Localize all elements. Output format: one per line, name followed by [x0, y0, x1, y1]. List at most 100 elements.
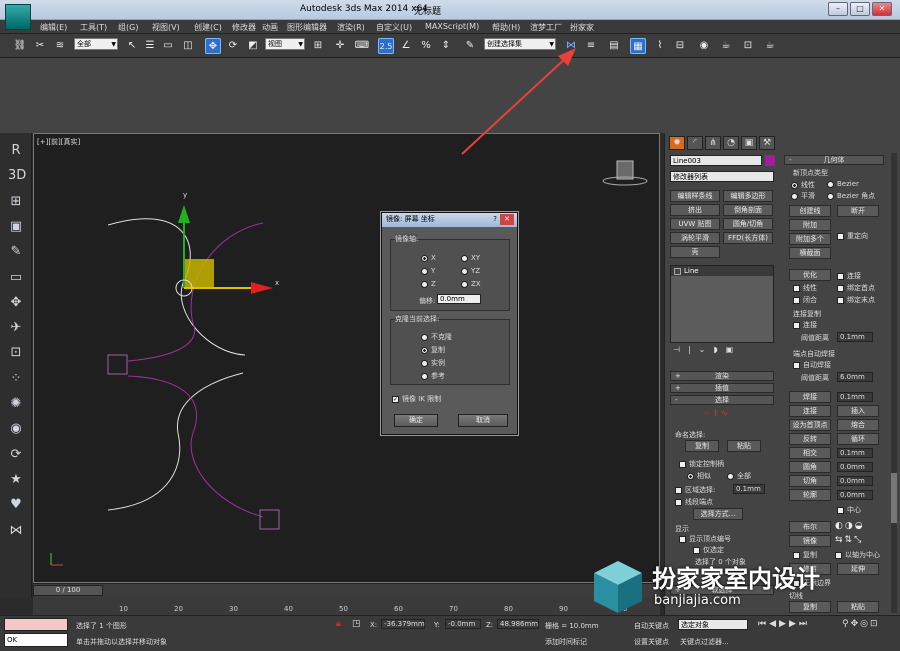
auto-weld-checkbox[interactable]: 自动焊接 [793, 360, 831, 370]
all-radio[interactable]: 全部 [727, 471, 751, 481]
cross-section-button[interactable]: 横截面 [789, 247, 831, 259]
mod-ffd-box-button[interactable]: FFD(长方体) [723, 232, 773, 244]
gizmo-xy-plane[interactable] [184, 259, 214, 288]
material-editor-icon[interactable]: ◉ [696, 38, 712, 54]
viewport-canvas[interactable]: y x [33, 133, 660, 583]
copy-radio[interactable]: 复制 [421, 345, 445, 355]
graphite-toggle-icon[interactable]: ▦ [630, 38, 646, 54]
left-tool-6-icon[interactable]: ✥ [8, 295, 24, 311]
maxscript-listener[interactable]: OK [4, 633, 68, 647]
left-tool-15-icon[interactable]: ⋈ [8, 523, 24, 539]
outline-spinner[interactable]: 0.0mm [837, 490, 873, 500]
left-tool-1-icon[interactable]: 3D [8, 168, 26, 184]
z-coord-field[interactable]: 48.986mm [497, 619, 539, 629]
mod-edit-spline-button[interactable]: 编辑样条线 [670, 190, 720, 202]
key-filter-button[interactable]: 关键点过滤器... [680, 637, 729, 647]
axis-xy-radio[interactable]: XY [461, 254, 480, 262]
menu-xuanmeng[interactable]: 渲梦工厂 [530, 22, 562, 33]
left-tool-5-icon[interactable]: ▭ [8, 270, 24, 286]
insert-button[interactable]: 插入 [837, 405, 879, 417]
panel-scrollbar[interactable] [891, 153, 897, 613]
left-tool-12-icon[interactable]: ⟳ [8, 447, 24, 463]
instance-radio[interactable]: 实例 [421, 358, 445, 368]
ref-coord-dropdown[interactable]: 视图 [265, 38, 305, 50]
set-key-label[interactable]: 设置关键点 [634, 637, 669, 647]
mod-edit-poly-button[interactable]: 编辑多边形 [723, 190, 773, 202]
mod-turbosmooth-button[interactable]: 涡轮平滑 [670, 232, 720, 244]
left-tool-10-icon[interactable]: ✺ [8, 396, 24, 412]
vt-linear-radio[interactable]: 线性 [791, 180, 815, 190]
ok-button[interactable]: 确定 [394, 414, 438, 427]
seg-end-checkbox[interactable]: 线段端点 [675, 497, 713, 507]
layer-manager-icon[interactable]: ▤ [606, 38, 622, 54]
rollout-rendering[interactable]: + 渲染 [670, 371, 774, 381]
threshold-spinner[interactable]: 0.1mm [837, 332, 873, 342]
intersect-button[interactable]: 相交 [789, 447, 831, 459]
menu-graph-editors[interactable]: 图形编辑器 [287, 22, 327, 33]
bind-space-warp-icon[interactable]: ≋ [52, 38, 68, 54]
menu-edit[interactable]: 编辑(E) [40, 22, 67, 33]
area-sel-checkbox[interactable]: 区域选择: [675, 485, 715, 495]
unlink-icon[interactable]: ✂ [32, 38, 48, 54]
maximize-button[interactable]: □ [850, 2, 870, 16]
attach-button[interactable]: 附加 [789, 219, 831, 231]
left-tool-14-icon[interactable]: ♥ [8, 497, 24, 513]
fillet-button[interactable]: 圆角 [789, 461, 831, 473]
magenta-curve-top[interactable] [127, 222, 264, 362]
time-slider-handle[interactable]: 0 / 100 [33, 585, 103, 596]
closed-checkbox[interactable]: 闭合 [793, 295, 817, 305]
linear-checkbox[interactable]: 线性 [793, 283, 817, 293]
left-tool-7-icon[interactable]: ✈ [8, 320, 24, 336]
center-checkbox[interactable]: 中心 [837, 505, 861, 515]
lock-selection-icon[interactable]: 🔒︎ [336, 619, 341, 629]
fillet-spinner[interactable]: 0.0mm [837, 462, 873, 472]
auto-key-label[interactable]: 自动关键点 [634, 621, 669, 631]
left-tool-8-icon[interactable]: ⊡ [8, 345, 24, 361]
selected-object-dropdown[interactable]: 选定对象 [678, 619, 748, 630]
mirror-button[interactable]: 镜像 [789, 535, 831, 547]
hierarchy-tab-icon[interactable]: ⋔ [705, 136, 721, 150]
selection-filter-dropdown[interactable]: 全部 [74, 38, 118, 50]
menu-tools[interactable]: 工具(T) [80, 22, 107, 33]
axis-y-radio[interactable]: Y [421, 267, 435, 275]
window-crossing-icon[interactable]: ◫ [180, 38, 196, 54]
white-curve-bottom[interactable] [107, 372, 244, 511]
menu-banjiajia[interactable]: 扮家家 [570, 22, 594, 33]
vertex-handle-left[interactable] [107, 354, 128, 375]
mod-uvw-button[interactable]: UVW 贴图 [670, 218, 720, 230]
rollout-interpolation[interactable]: + 插值 [670, 383, 774, 393]
stack-controls-icon[interactable]: ⊣|⌄◗▣ [673, 345, 773, 355]
left-tool-3-icon[interactable]: ▣ [8, 219, 24, 235]
render-setup-icon[interactable]: ☕ [718, 38, 734, 54]
motion-tab-icon[interactable]: ◔ [723, 136, 739, 150]
menu-rendering[interactable]: 渲染(R) [337, 22, 365, 33]
select-by-button[interactable]: 选择方式... [693, 508, 743, 520]
weld-spinner[interactable]: 0.1mm [837, 392, 873, 402]
link-icon[interactable]: ⛓ [12, 38, 28, 54]
bind-last-checkbox[interactable]: 绑定末点 [837, 295, 875, 305]
rect-selection-icon[interactable]: ▭ [160, 38, 176, 54]
vt-bezier-radio[interactable]: Bezier [827, 180, 859, 188]
display-tab-icon[interactable]: ▣ [741, 136, 757, 150]
dialog-close-icon[interactable]: ✕ [500, 214, 514, 225]
percent-snap-icon[interactable]: % [418, 38, 434, 54]
create-tab-icon[interactable]: ✹ [669, 136, 685, 150]
connect-checkbox[interactable]: 连接 [837, 271, 861, 281]
cancel-button[interactable]: 取消 [458, 414, 508, 427]
viewcube[interactable] [616, 160, 634, 180]
select-rotate-icon[interactable]: ⟳ [225, 38, 241, 54]
chamfer-spinner[interactable]: 0.0mm [837, 476, 873, 486]
left-tool-9-icon[interactable]: ⁘ [8, 371, 24, 387]
named-sel-copy-button[interactable]: 复制 [685, 440, 719, 452]
object-color-swatch[interactable] [765, 155, 775, 166]
render-production-icon[interactable]: ☕ [762, 38, 778, 54]
menu-modifiers[interactable]: 修改器 [232, 22, 256, 33]
app-logo-icon[interactable] [5, 4, 31, 30]
create-line-button[interactable]: 创建线 [789, 205, 831, 217]
minimize-button[interactable]: – [828, 2, 848, 16]
attach-multi-button[interactable]: 附加多个 [789, 233, 831, 245]
connect-button[interactable]: 连接 [789, 405, 831, 417]
left-tool-0-icon[interactable]: R [8, 143, 24, 159]
relative-absolute-icon[interactable]: ◳ [352, 619, 361, 629]
named-sel-paste-button[interactable]: 粘贴 [727, 440, 761, 452]
